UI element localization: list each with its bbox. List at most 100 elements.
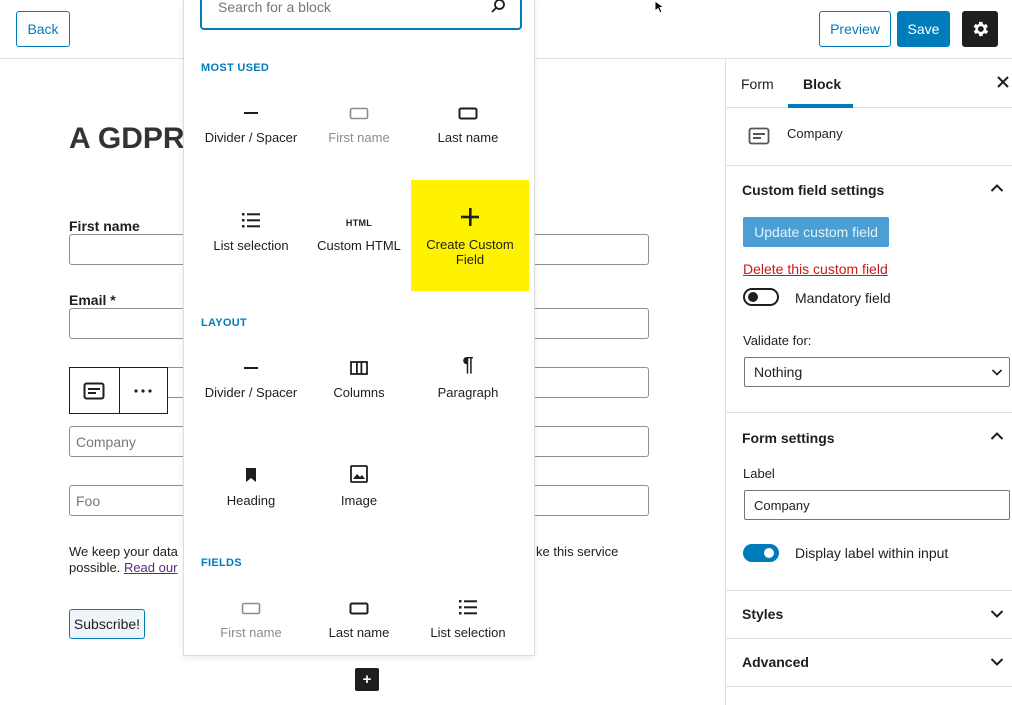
block-fields-first-name[interactable]: First name <box>197 585 305 655</box>
block-create-custom-field[interactable]: Create Custom Field <box>411 180 529 291</box>
block-toolbar <box>69 367 168 414</box>
block-label: First name <box>328 130 390 145</box>
gdpr-text-line2: possible. <box>69 560 121 575</box>
form-title[interactable]: A GDPR <box>69 122 185 156</box>
search-placeholder: Search for a block <box>218 0 331 15</box>
custom-field-icon <box>748 127 770 145</box>
block-card-title: Company <box>787 126 843 141</box>
block-paragraph[interactable]: ¶ Paragraph <box>414 345 522 445</box>
chevron-down-icon[interactable] <box>990 609 1004 619</box>
input-field-icon <box>349 107 369 120</box>
block-image[interactable]: Image <box>305 453 413 553</box>
display-label-text: Display label within input <box>795 545 949 561</box>
styles-panel[interactable]: Styles <box>726 591 1012 639</box>
block-list-selection[interactable]: List selection <box>197 198 305 298</box>
block-inserter-popover: Search for a block MOST USED Divider / S… <box>183 0 535 656</box>
save-button[interactable]: Save <box>897 11 950 47</box>
search-icon <box>491 0 505 13</box>
panel-title[interactable]: Advanced <box>742 654 809 670</box>
input-field-icon <box>458 107 478 120</box>
display-label-toggle[interactable] <box>743 544 779 562</box>
tab-form[interactable]: Form <box>741 76 774 92</box>
chevron-up-icon[interactable] <box>990 431 1004 441</box>
panel-title[interactable]: Form settings <box>742 430 835 446</box>
block-layout-divider-spacer[interactable]: Divider / Spacer <box>197 345 305 445</box>
block-label: Paragraph <box>437 385 499 400</box>
form-settings-panel: Form settings Label Company Display labe… <box>726 413 1012 591</box>
validate-label: Validate for: <box>743 333 812 348</box>
panel-title[interactable]: Custom field settings <box>742 182 884 198</box>
mandatory-label: Mandatory field <box>795 290 891 306</box>
input-field-icon <box>349 602 369 615</box>
advanced-panel[interactable]: Advanced <box>726 639 1012 687</box>
block-label: Heading <box>226 493 276 508</box>
block-label: Create Custom Field <box>426 237 514 267</box>
back-button[interactable]: Back <box>16 11 70 47</box>
columns-icon <box>350 361 368 375</box>
block-fields-last-name[interactable]: Last name <box>305 585 413 655</box>
block-columns[interactable]: Columns <box>305 345 413 445</box>
more-dots-icon <box>134 388 152 393</box>
validate-value: Nothing <box>754 364 803 380</box>
list-icon <box>242 213 260 228</box>
label-input-value: Company <box>754 498 810 513</box>
label-input[interactable]: Company <box>744 490 1010 520</box>
divider-icon <box>244 367 258 369</box>
email-label: Email * <box>69 292 116 308</box>
block-search-input[interactable]: Search for a block <box>200 0 522 30</box>
image-icon <box>350 465 368 483</box>
custom-field-settings-panel: Custom field settings Update custom fiel… <box>726 166 1012 413</box>
block-divider-spacer[interactable]: Divider / Spacer <box>197 90 305 190</box>
block-label: Last name <box>328 625 390 640</box>
update-custom-field-button[interactable]: Update custom field <box>743 217 889 247</box>
section-fields: FIELDS <box>201 557 242 569</box>
block-first-name[interactable]: First name <box>305 90 413 190</box>
plus-icon <box>461 208 479 226</box>
block-label: Last name <box>437 130 499 145</box>
block-label: Columns <box>333 385 385 400</box>
settings-button[interactable] <box>962 11 998 47</box>
subscribe-button[interactable]: Subscribe! <box>69 609 145 639</box>
preview-button[interactable]: Preview <box>819 11 891 47</box>
block-label: Custom HTML <box>317 238 401 253</box>
settings-sidebar: Form Block Company Custom field settings… <box>725 59 1012 705</box>
block-label: First name <box>220 625 282 640</box>
input-field-icon <box>241 602 261 615</box>
block-label: Divider / Spacer <box>204 130 298 145</box>
chevron-up-icon[interactable] <box>990 183 1004 193</box>
mouse-cursor-icon <box>654 0 666 14</box>
block-heading[interactable]: Heading <box>197 453 305 553</box>
delete-custom-field-link[interactable]: Delete this custom field <box>743 261 888 277</box>
tab-block[interactable]: Block <box>803 76 841 92</box>
panel-title[interactable]: Styles <box>742 606 783 622</box>
chevron-down-icon <box>991 369 1003 376</box>
company-placeholder: Company <box>76 434 136 450</box>
gdpr-text-end: ke this service <box>536 544 619 559</box>
validate-select[interactable]: Nothing <box>744 357 1010 387</box>
block-label: List selection <box>430 625 506 640</box>
block-fields-list-selection[interactable]: List selection <box>414 585 522 655</box>
block-label: List selection <box>213 238 289 253</box>
close-icon[interactable] <box>996 75 1010 89</box>
paragraph-icon: ¶ <box>462 354 474 376</box>
sidebar-tabs: Form Block <box>726 59 1012 108</box>
custom-field-icon <box>83 382 105 399</box>
block-last-name[interactable]: Last name <box>414 90 522 190</box>
first-name-label: First name <box>69 218 140 234</box>
more-options-button[interactable] <box>118 368 168 413</box>
divider-icon <box>244 112 258 114</box>
block-type-button[interactable] <box>70 368 119 413</box>
privacy-policy-link[interactable]: Read our <box>124 560 177 575</box>
foo-placeholder: Foo <box>76 493 101 509</box>
label-caption: Label <box>743 466 775 481</box>
add-block-button[interactable]: + <box>355 668 379 691</box>
block-label: Divider / Spacer <box>204 385 298 400</box>
chevron-down-icon[interactable] <box>990 657 1004 667</box>
html-icon: HTML <box>345 218 373 228</box>
section-layout: LAYOUT <box>201 317 248 329</box>
block-custom-html[interactable]: HTML Custom HTML <box>305 198 413 298</box>
block-label: Image <box>340 493 378 508</box>
block-card: Company <box>726 108 1012 166</box>
mandatory-toggle[interactable] <box>743 288 779 306</box>
list-icon <box>459 600 477 615</box>
